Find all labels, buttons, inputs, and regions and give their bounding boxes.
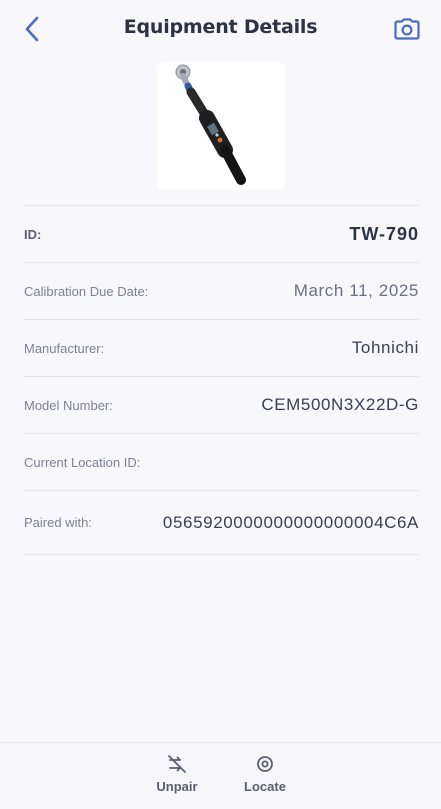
target-icon [257, 756, 273, 772]
current-location-id-label: Current Location ID: [24, 454, 141, 470]
locate-button[interactable]: Locate [233, 753, 297, 803]
details-list: ID: TW-790 Calibration Due Date: March 1… [24, 205, 419, 555]
page-title: Equipment Details [123, 16, 318, 38]
torque-wrench-image [175, 64, 246, 185]
paired-with-value: 0565920000000000000004C6A [162, 512, 419, 532]
detail-row-calibration-due-date: Calibration Due Date: March 11, 2025 [24, 263, 419, 320]
detail-row-model-number: Model Number: CEM500N3X22D-G [24, 377, 419, 434]
calibration-due-date-value: March 11, 2025 [293, 281, 419, 300]
unlink-icon [168, 755, 186, 773]
camera-button[interactable] [391, 13, 423, 45]
manufacturer-label: Manufacturer: [24, 340, 105, 356]
camera-icon [394, 18, 420, 40]
unpair-button[interactable]: Unpair [145, 753, 209, 803]
detail-row-paired-with: Paired with: 0565920000000000000004C6A [24, 491, 419, 555]
locate-label: Locate [244, 779, 286, 794]
detail-row-current-location-id: Current Location ID: [24, 434, 419, 491]
bottom-action-bar: Unpair Locate [0, 742, 441, 809]
header-bar: Equipment Details [0, 0, 441, 58]
equipment-photo [157, 62, 285, 190]
id-value: TW-790 [349, 223, 419, 244]
detail-row-manufacturer: Manufacturer: Tohnichi [24, 320, 419, 377]
id-label: ID: [24, 226, 42, 242]
manufacturer-value: Tohnichi [351, 338, 419, 357]
unpair-label: Unpair [156, 779, 198, 794]
paired-with-label: Paired with: [24, 515, 92, 530]
detail-row-id: ID: TW-790 [24, 206, 419, 263]
model-number-value: CEM500N3X22D-G [261, 395, 419, 414]
calibration-due-date-label: Calibration Due Date: [24, 283, 149, 299]
model-number-label: Model Number: [24, 397, 113, 413]
